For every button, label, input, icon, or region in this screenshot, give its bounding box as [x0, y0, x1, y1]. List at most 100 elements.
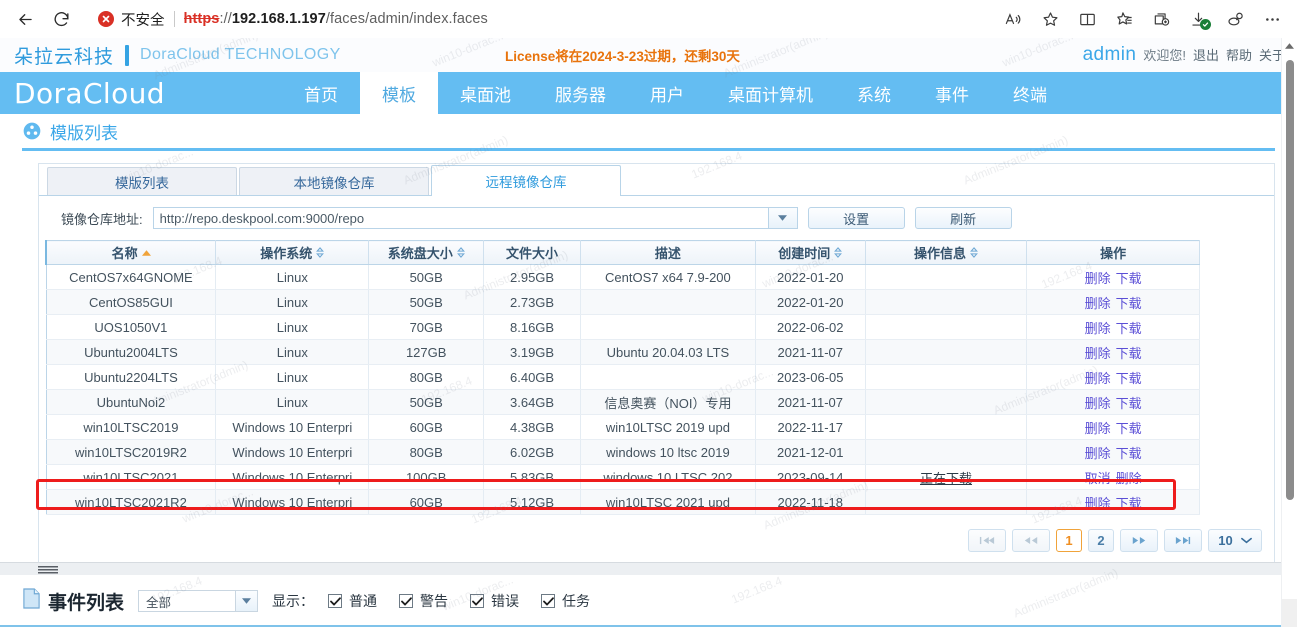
table-row[interactable]: win10LTSC2019R2 Windows 10 Enterpri 80GB… [46, 439, 1200, 465]
next-page-button[interactable] [1120, 529, 1158, 552]
scrollbar-thumb[interactable] [1286, 60, 1294, 500]
document-icon [22, 587, 41, 615]
vertical-scrollbar[interactable] [1281, 38, 1297, 627]
checkbox-error[interactable]: 错误 [470, 591, 519, 611]
page-size-value: 10 [1218, 533, 1233, 548]
checkbox-warning-label: 警告 [420, 593, 449, 609]
download-link[interactable]: 下载 [1116, 446, 1142, 461]
nav-item-server[interactable]: 服务器 [533, 72, 628, 114]
help-link[interactable]: 帮助 [1226, 45, 1252, 64]
table-row[interactable]: UOS1050V1 Linux 70GB 8.16GB 2022-06-02 删… [46, 314, 1200, 340]
scrollbar-track-bottom[interactable] [1282, 599, 1297, 627]
repo-address-combo[interactable]: http://repo.deskpool.com:9000/repo [152, 207, 798, 229]
checkbox-task-label: 任务 [562, 593, 591, 609]
download-link[interactable]: 下载 [1116, 496, 1142, 511]
col-operation-info[interactable]: 操作信息 [865, 240, 1028, 265]
chevron-down-icon[interactable] [767, 207, 798, 229]
col-disk-size[interactable]: 系统盘大小 [368, 240, 485, 265]
col-file-size[interactable]: 文件大小 [483, 240, 581, 265]
col-created-time[interactable]: 创建时间 [755, 240, 866, 265]
downloads-icon[interactable] [1181, 4, 1215, 34]
download-link[interactable]: 下载 [1116, 271, 1142, 286]
checkbox-task[interactable]: 任务 [541, 591, 590, 611]
settings-button[interactable]: 设置 [807, 207, 905, 229]
app-logo[interactable]: DoraCloud [0, 72, 282, 114]
download-link[interactable]: 下载 [1116, 421, 1142, 436]
download-link[interactable]: 下载 [1116, 346, 1142, 361]
checkbox-normal[interactable]: 普通 [328, 591, 377, 611]
tab-local-image-repo[interactable]: 本地镜像仓库 [239, 167, 429, 195]
delete-link[interactable]: 删除 [1085, 271, 1111, 286]
delete-link[interactable]: 删除 [1116, 471, 1142, 486]
license-notice: License将在2024-3-23过期，还剩30天 [505, 49, 740, 64]
table-row[interactable]: UbuntuNoi2 Linux 50GB 3.64GB 信息奥赛（NOI）专用… [46, 389, 1200, 415]
col-os[interactable]: 操作系统 [215, 240, 370, 265]
more-options-icon[interactable] [1255, 4, 1289, 34]
event-list-title: 事件列表 [48, 592, 125, 614]
chevron-down-icon[interactable] [235, 591, 258, 611]
read-aloud-icon[interactable] [996, 4, 1030, 34]
download-link[interactable]: 下载 [1116, 321, 1142, 336]
col-operations[interactable]: 操作 [1026, 240, 1200, 265]
download-link[interactable]: 下载 [1116, 371, 1142, 386]
cell-ops: 删除 下载 [1026, 264, 1200, 290]
prev-page-button[interactable] [1012, 529, 1050, 552]
refresh-button[interactable]: 刷新 [914, 207, 1012, 229]
back-arrow-icon[interactable] [8, 4, 42, 34]
table-row[interactable]: win10LTSC2019 Windows 10 Enterpri 60GB 4… [46, 414, 1200, 440]
collections-icon[interactable] [1107, 4, 1141, 34]
nav-item-system[interactable]: 系统 [835, 72, 913, 114]
delete-link[interactable]: 删除 [1085, 296, 1111, 311]
delete-link[interactable]: 删除 [1085, 321, 1111, 336]
table-row-highlighted[interactable]: win10LTSC2021 Windows 10 Enterpri 100GB … [46, 464, 1200, 490]
cell-name: win10LTSC2021 [46, 464, 217, 490]
nav-item-desktop-pool[interactable]: 桌面池 [438, 72, 533, 114]
checkbox-warning[interactable]: 警告 [399, 591, 448, 611]
last-page-button[interactable] [1164, 529, 1202, 552]
delete-link[interactable]: 删除 [1085, 371, 1111, 386]
nav-item-home[interactable]: 首页 [282, 72, 360, 114]
add-to-collection-icon[interactable] [1144, 4, 1178, 34]
download-link[interactable]: 下载 [1116, 296, 1142, 311]
scroll-up-arrow-icon[interactable] [1282, 38, 1297, 54]
logout-link[interactable]: 退出 [1193, 45, 1219, 64]
table-row[interactable]: win10LTSC2021R2 Windows 10 Enterpri 60GB… [46, 489, 1200, 515]
delete-link[interactable]: 删除 [1085, 421, 1111, 436]
nav-item-terminal[interactable]: 终端 [991, 72, 1069, 114]
col-created-time-label: 创建时间 [778, 246, 831, 261]
nav-item-template[interactable]: 模板 [360, 72, 438, 114]
split-screen-icon[interactable] [1070, 4, 1104, 34]
table-row[interactable]: Ubuntu2204LTS Linux 80GB 6.40GB 2023-06-… [46, 364, 1200, 390]
delete-link[interactable]: 删除 [1085, 496, 1111, 511]
reload-icon[interactable] [44, 4, 78, 34]
cell-created: 2021-11-07 [755, 339, 866, 365]
delete-link[interactable]: 删除 [1085, 396, 1111, 411]
page-button-2[interactable]: 2 [1088, 529, 1114, 552]
download-link[interactable]: 下载 [1116, 396, 1142, 411]
col-description[interactable]: 描述 [580, 240, 756, 265]
panel-splitter[interactable] [0, 562, 1281, 575]
cancel-link[interactable]: 取消 [1085, 471, 1111, 486]
tab-template-list[interactable]: 模版列表 [47, 167, 237, 195]
delete-link[interactable]: 删除 [1085, 446, 1111, 461]
event-filter-select[interactable]: 全部 [138, 590, 259, 612]
page-size-select[interactable]: 10 [1208, 529, 1262, 552]
nav-item-event[interactable]: 事件 [913, 72, 991, 114]
col-name[interactable]: 名称 [45, 240, 217, 265]
first-page-button[interactable] [968, 529, 1006, 552]
delete-link[interactable]: 删除 [1085, 346, 1111, 361]
table-row[interactable]: CentOS7x64GNOME Linux 50GB 2.95GB CentOS… [46, 264, 1200, 290]
copilot-icon[interactable] [1218, 4, 1252, 34]
cell-opinfo: 正在下载 [865, 464, 1028, 490]
not-secure-icon[interactable] [98, 11, 114, 27]
page-button-1[interactable]: 1 [1056, 529, 1082, 552]
nav-item-desktop-computer[interactable]: 桌面计算机 [706, 72, 835, 114]
repo-address-input[interactable]: http://repo.deskpool.com:9000/repo [152, 207, 768, 229]
tab-remote-image-repo[interactable]: 远程镜像仓库 [431, 165, 621, 196]
nav-item-user[interactable]: 用户 [628, 72, 706, 114]
address-bar[interactable]: 不安全 https://192.168.1.197/faces/admin/in… [86, 4, 990, 34]
cell-name: Ubuntu2204LTS [46, 364, 217, 390]
table-row[interactable]: CentOS85GUI Linux 50GB 2.73GB 2022-01-20… [46, 289, 1200, 315]
table-row[interactable]: Ubuntu2004LTS Linux 127GB 3.19GB Ubuntu … [46, 339, 1200, 365]
favorite-star-icon[interactable] [1033, 4, 1067, 34]
